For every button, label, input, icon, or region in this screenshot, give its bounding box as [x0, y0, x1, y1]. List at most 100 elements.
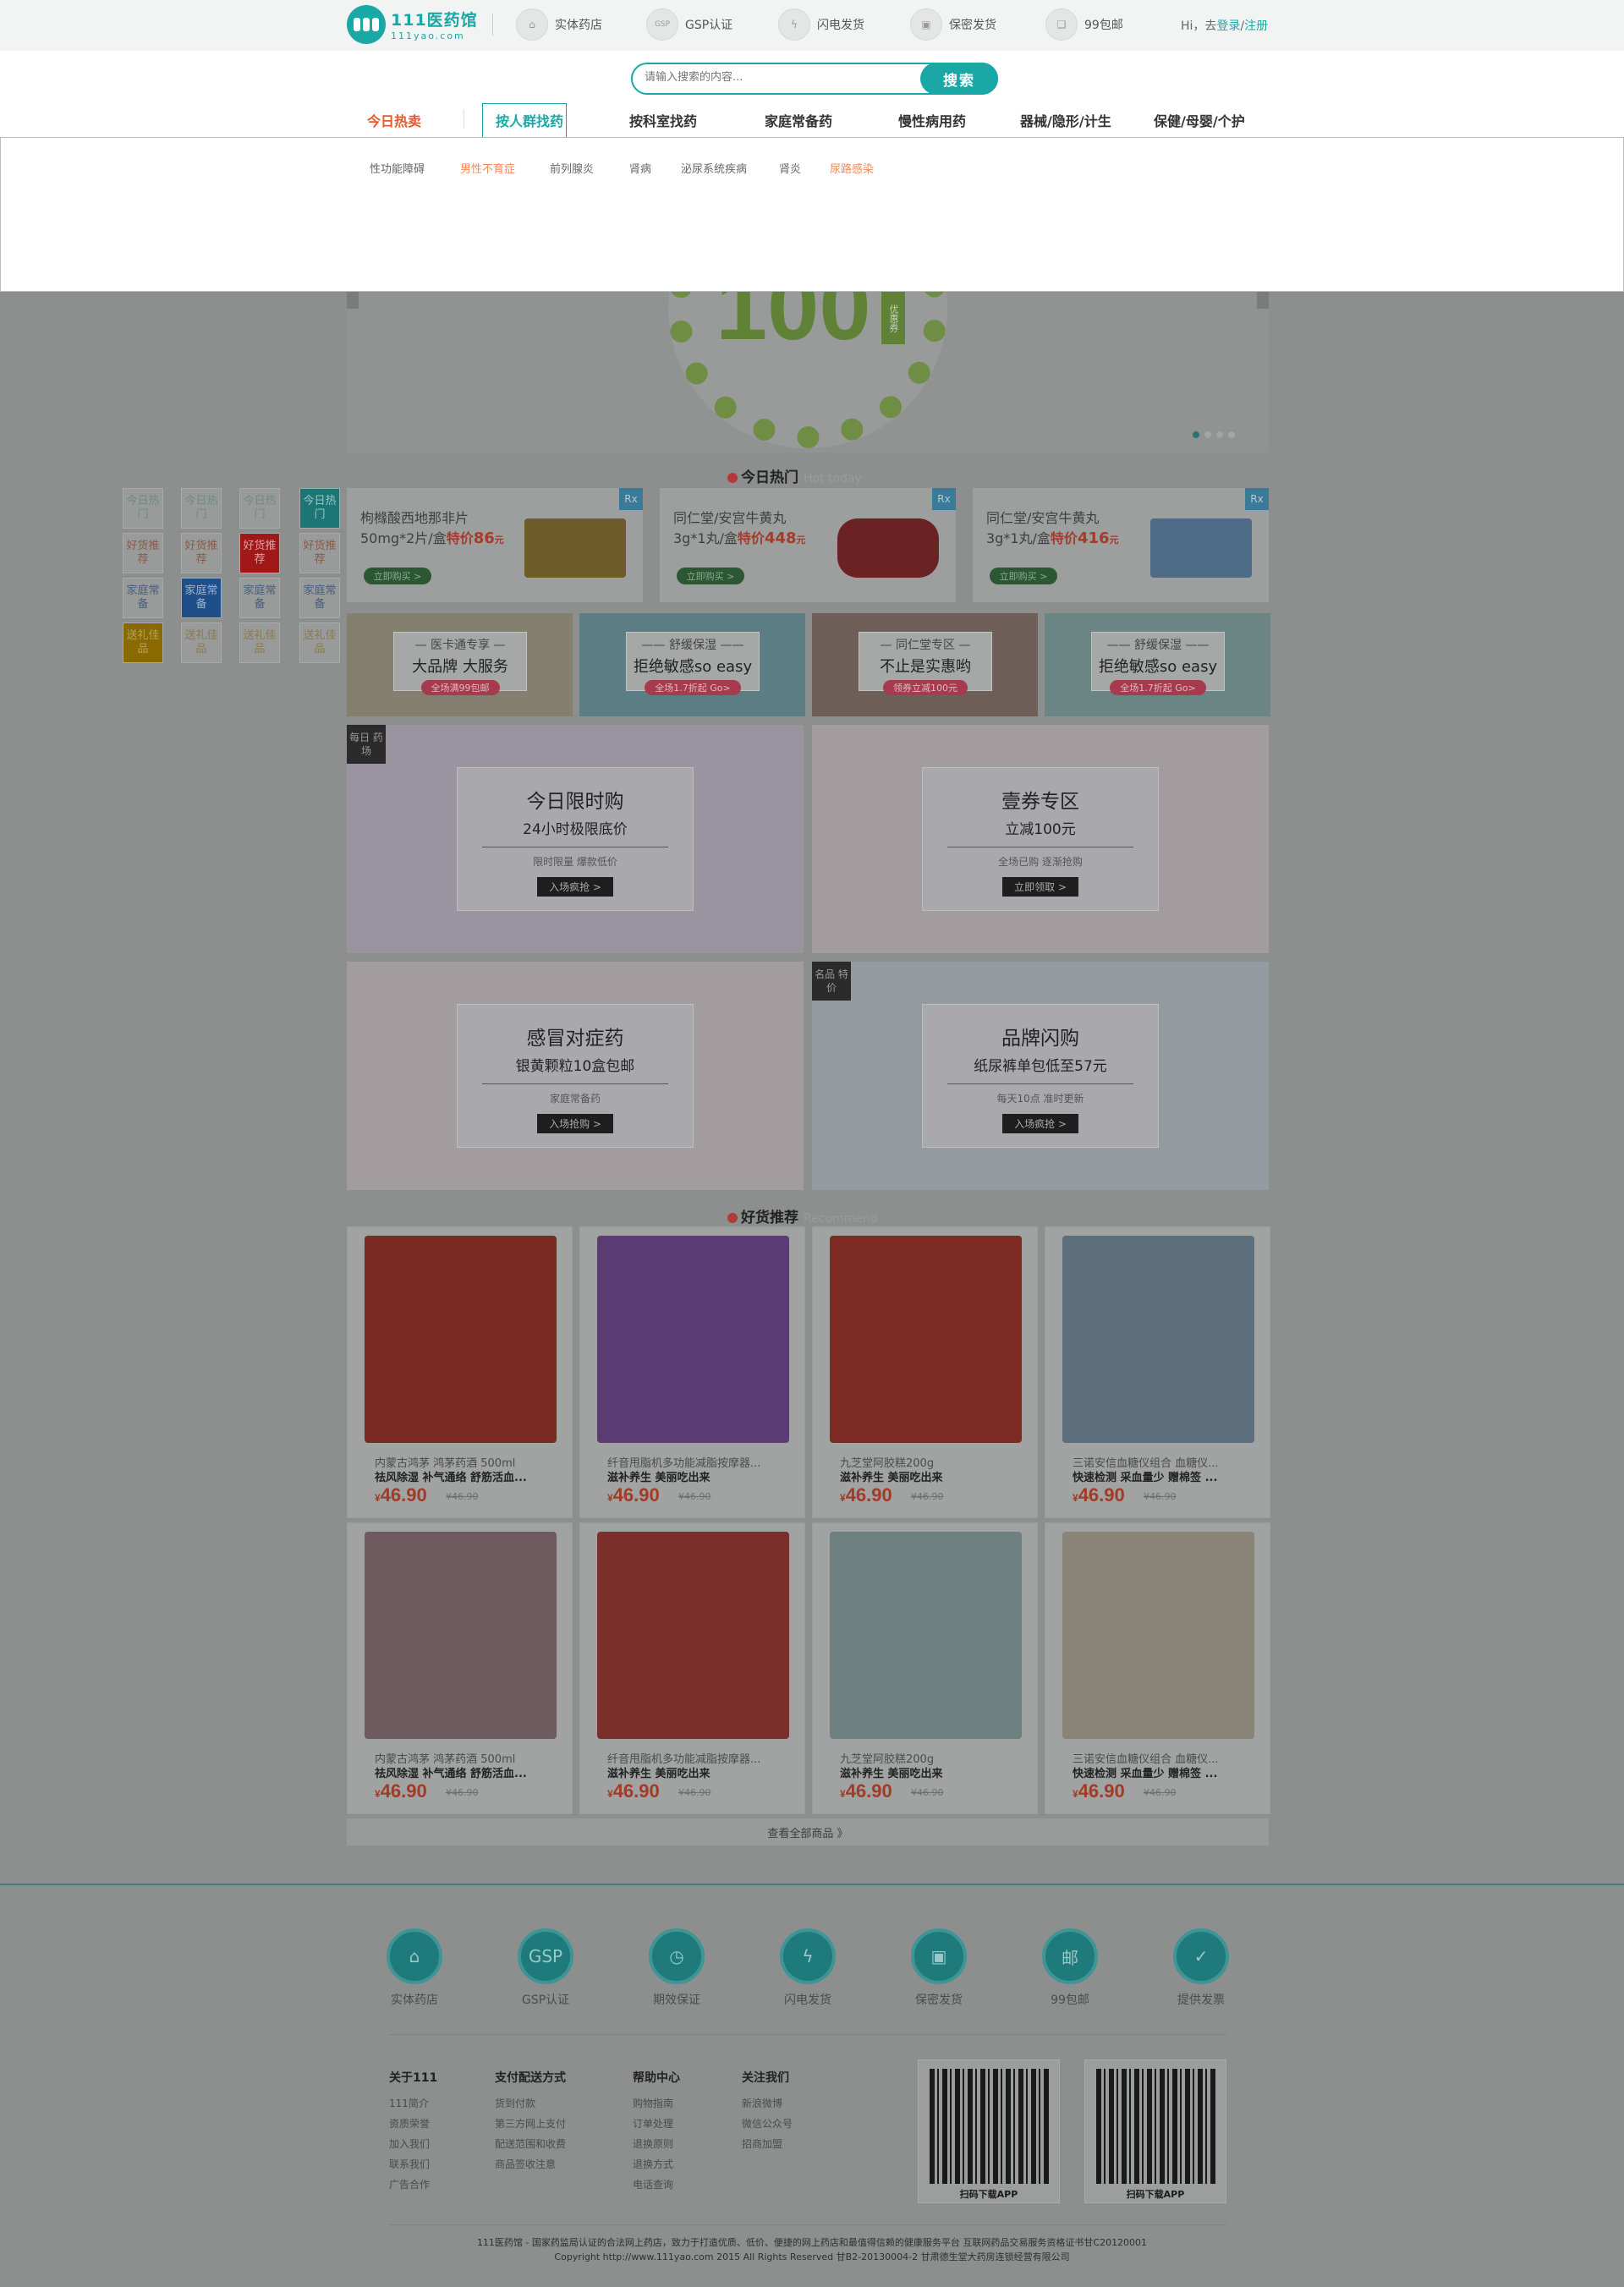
footer-link[interactable]: 退换原则 [633, 2138, 680, 2151]
service-freeship[interactable]: ❏ 99包邮 [1045, 8, 1123, 41]
footer-link[interactable]: 资质荣誉 [389, 2118, 437, 2131]
service-fast[interactable]: ϟ 闪电发货 [778, 8, 864, 41]
product-price: ¥46.90 [1073, 1484, 1125, 1505]
banner-dot[interactable] [1204, 431, 1211, 438]
footer-link[interactable]: 购物指南 [633, 2098, 680, 2110]
footer-link[interactable]: 微信公众号 [742, 2118, 793, 2131]
dropdown-item[interactable]: 肾炎 [779, 160, 801, 176]
promo-banner[interactable]: —— 舒缓保湿 —— 拒绝敏感so easy 全场1.7折起 Go> [579, 613, 805, 716]
footer-service[interactable]: ◷ 期效保证 [630, 1928, 723, 2008]
feature-button[interactable]: 入场抢购 > [537, 1114, 613, 1133]
register-link[interactable]: 注册 [1244, 19, 1268, 33]
hot-product-card[interactable]: 枸橼酸西地那非片 50mg*2片/盒特价86元 立即购买 > Rx [347, 488, 643, 602]
nav-devices[interactable]: 器械/隐形/计生 [1020, 110, 1111, 130]
nav-by-department[interactable]: 按科室找药 [629, 110, 697, 130]
footer-service[interactable]: 邮 99包邮 [1023, 1928, 1116, 2008]
feature-button[interactable]: 立即领取 > [1002, 877, 1078, 897]
feature-banner[interactable]: 壹券专区 立减100元 全场已购 逐渐抢购 立即领取 > [812, 725, 1269, 953]
product-card[interactable]: 九芝堂阿胶糕200g 滋补养生 美丽吃出来 ¥46.90 ¥46.90 [812, 1226, 1038, 1518]
login-link[interactable]: 登录 [1216, 19, 1240, 33]
footer-link[interactable]: 111简介 [389, 2098, 437, 2110]
banner-dot[interactable] [1216, 431, 1223, 438]
footer-link[interactable]: 电话查询 [633, 2179, 680, 2191]
hot-product-card[interactable]: 同仁堂/安宫牛黄丸 3g*1丸/盒特价448元 立即购买 > Rx [660, 488, 956, 602]
dropdown-item[interactable]: 尿路感染 [830, 160, 874, 176]
side-tab[interactable]: 家庭常备 [299, 578, 340, 618]
promo-banner[interactable]: — 医卡通专享 — 大品牌 大服务 全场满99包邮 [347, 613, 573, 716]
side-tab[interactable]: 家庭常备 [239, 578, 280, 618]
product-card[interactable]: 内蒙古鸿茅 鸿茅药酒 500ml 祛风除湿 补气通络 舒筋活血... ¥46.90 ¥… [347, 1226, 573, 1518]
buy-now-button[interactable]: 立即购买 > [990, 568, 1057, 584]
nav-family[interactable]: 家庭常备药 [765, 110, 832, 130]
banner-dot[interactable] [1228, 431, 1235, 438]
side-tab[interactable]: 好货推荐 [239, 533, 280, 573]
nav-today-hot[interactable]: 今日热卖 [367, 110, 421, 130]
footer-service[interactable]: ▣ 保密发货 [892, 1928, 985, 2008]
side-tab[interactable]: 家庭常备 [181, 578, 222, 618]
feature-button[interactable]: 入场疯抢 > [537, 877, 613, 897]
service-gsp[interactable]: GSP GSP认证 [646, 8, 732, 41]
search-button[interactable]: 搜索 [920, 63, 998, 95]
side-tab[interactable]: 送礼佳品 [123, 622, 163, 663]
footer-link[interactable]: 订单处理 [633, 2118, 680, 2131]
product-card[interactable]: 三诺安信血糖仪组合 血糖仪... 快速检测 采血量少 赠棉签 ... ¥46.90 ¥… [1045, 1226, 1270, 1518]
feature-banner[interactable]: 每日 药场 今日限时购 24小时极限底价 限时限量 爆款低价 入场疯抢 > [347, 725, 804, 953]
dropdown-item[interactable]: 前列腺炎 [550, 160, 594, 176]
service-store[interactable]: ⌂ 实体药店 [516, 8, 602, 41]
banner-prev[interactable] [347, 292, 359, 309]
dropdown-item[interactable]: 男性不育症 [460, 160, 515, 176]
footer-service[interactable]: ϟ 闪电发货 [761, 1928, 854, 2008]
footer-link[interactable]: 加入我们 [389, 2138, 437, 2151]
buy-now-button[interactable]: 立即购买 > [364, 568, 431, 584]
footer-link[interactable]: 联系我们 [389, 2158, 437, 2171]
footer-link[interactable]: 货到付款 [495, 2098, 566, 2110]
side-tab[interactable]: 家庭常备 [123, 578, 163, 618]
site-logo[interactable]: 111医药馆 111yao.com [347, 5, 478, 44]
side-tab[interactable]: 好货推荐 [299, 533, 340, 573]
hot-product-card[interactable]: 同仁堂/安宫牛黄丸 3g*1丸/盒特价416元 立即购买 > Rx [973, 488, 1269, 602]
feature-button[interactable]: 入场疯抢 > [1002, 1114, 1078, 1133]
footer-service[interactable]: ✓ 提供发票 [1155, 1928, 1248, 2008]
product-card[interactable]: 九芝堂阿胶糕200g 滋补养生 美丽吃出来 ¥46.90 ¥46.90 [812, 1522, 1038, 1814]
side-tab[interactable]: 送礼佳品 [181, 622, 222, 663]
nav-chronic[interactable]: 慢性病用药 [898, 110, 966, 130]
side-tab[interactable]: 送礼佳品 [239, 622, 280, 663]
footer-link[interactable]: 第三方网上支付 [495, 2118, 566, 2131]
service-secret[interactable]: ▣ 保密发货 [910, 8, 996, 41]
footer-service[interactable]: ⌂ 实体药店 [368, 1928, 461, 2008]
footer-link[interactable]: 配送范围和收费 [495, 2138, 566, 2151]
nav-by-people[interactable]: 按人群找药 [496, 110, 563, 130]
product-card[interactable]: 三诺安信血糖仪组合 血糖仪... 快速检测 采血量少 赠棉签 ... ¥46.90 ¥… [1045, 1522, 1270, 1814]
product-card[interactable]: 纤音甩脂机多功能减脂按摩器... 滋补养生 美丽吃出来 ¥46.90 ¥46.90 [579, 1522, 805, 1814]
promo-headline: 拒绝敏感so easy [633, 658, 753, 676]
see-all-link[interactable]: 查看全部商品 》 [347, 1818, 1269, 1846]
side-tab[interactable]: 好货推荐 [181, 533, 222, 573]
nav-health[interactable]: 保健/母婴/个护 [1154, 110, 1245, 130]
dropdown-item[interactable]: 肾病 [629, 160, 651, 176]
side-tab[interactable]: 今日热门 [181, 488, 222, 529]
product-card[interactable]: 纤音甩脂机多功能减脂按摩器... 滋补养生 美丽吃出来 ¥46.90 ¥46.90 [579, 1226, 805, 1518]
banner-next[interactable] [1257, 292, 1269, 309]
product-card[interactable]: 内蒙古鸿茅 鸿茅药酒 500ml 祛风除湿 补气通络 舒筋活血... ¥46.90 ¥… [347, 1522, 573, 1814]
side-tab[interactable]: 今日热门 [123, 488, 163, 529]
footer-service[interactable]: GSP GSP认证 [499, 1928, 592, 2008]
banner-dot[interactable] [1193, 431, 1199, 438]
footer-link[interactable]: 招商加盟 [742, 2138, 793, 2151]
search-input[interactable] [645, 71, 898, 84]
footer-link[interactable]: 退换方式 [633, 2158, 680, 2171]
side-tab[interactable]: 好货推荐 [123, 533, 163, 573]
buy-now-button[interactable]: 立即购买 > [677, 568, 744, 584]
footer-link[interactable]: 商品签收注意 [495, 2158, 566, 2171]
feature-banner[interactable]: 感冒对症药 银黄颗粒10盒包邮 家庭常备药 入场抢购 > [347, 962, 804, 1190]
feature-banner[interactable]: 名品 特价 品牌闪购 纸尿裤单包低至57元 每天10点 准时更新 入场疯抢 > [812, 962, 1269, 1190]
promo-banner[interactable]: — 同仁堂专区 — 不止是实惠哟 领券立减100元 [812, 613, 1038, 716]
copyright-line: 111医药馆 - 国家药监局认证的合法网上药店，致力于打造优质、低价、便捷的网上… [476, 2237, 1148, 2248]
side-tab[interactable]: 今日热门 [239, 488, 280, 529]
side-tab[interactable]: 送礼佳品 [299, 622, 340, 663]
footer-link[interactable]: 新浪微博 [742, 2098, 793, 2110]
footer-link[interactable]: 广告合作 [389, 2179, 437, 2191]
dropdown-item[interactable]: 性功能障碍 [370, 160, 425, 176]
dropdown-item[interactable]: 泌尿系统疾病 [681, 160, 747, 176]
side-tab[interactable]: 今日热门 [299, 488, 340, 529]
promo-banner[interactable]: —— 舒缓保湿 —— 拒绝敏感so easy 全场1.7折起 Go> [1045, 613, 1270, 716]
